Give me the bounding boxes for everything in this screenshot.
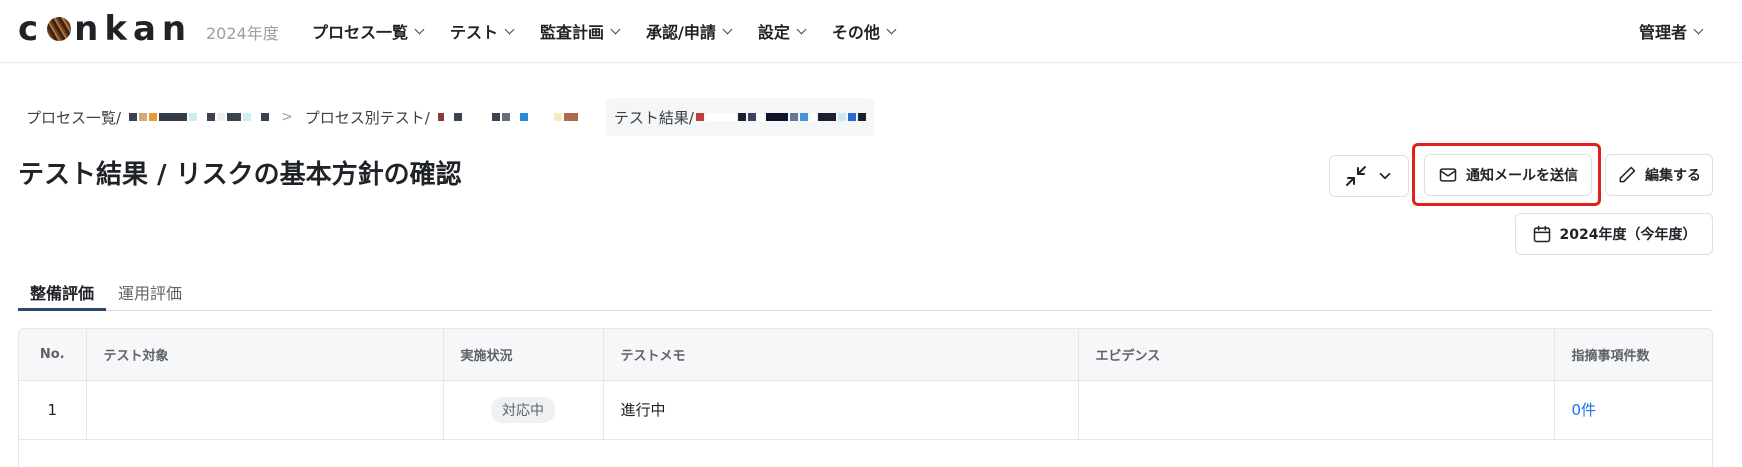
chevron-down-icon xyxy=(722,24,733,34)
pencil-icon xyxy=(1619,166,1636,183)
nav-label: その他 xyxy=(831,23,880,42)
chevron-down-icon xyxy=(610,24,621,34)
column-header-findings: 指摘事項件数 xyxy=(1554,329,1712,381)
nav-label: 設定 xyxy=(757,23,790,42)
chevron-down-icon xyxy=(1693,24,1704,34)
column-header-memo: テストメモ xyxy=(603,329,1079,381)
fiscal-year-select-button[interactable]: 2024年度（今年度） xyxy=(1515,213,1713,255)
chevron-down-icon xyxy=(504,24,515,34)
breadcrumb-item-process-test[interactable]: プロセス別テスト/ xyxy=(297,98,586,136)
breadcrumb-label: テスト結果/ xyxy=(613,108,694,127)
findings-count-link[interactable]: 0件 xyxy=(1572,401,1597,419)
send-mail-label: 通知メールを送信 xyxy=(1466,168,1578,184)
nav-label: 監査計画 xyxy=(540,23,605,42)
table-header-row: No. テスト対象 実施状況 テストメモ エビデンス 指摘事項件数 xyxy=(19,329,1712,381)
column-header-target: テスト対象 xyxy=(86,329,444,381)
top-navbar: c nkan 2024年度 プロセス一覧 テスト 監査計画 承認/申請 設定 その… xyxy=(0,0,1742,63)
nav-label: プロセス一覧 xyxy=(312,23,409,42)
status-badge: 対応中 xyxy=(491,396,555,423)
cell-findings: 0件 xyxy=(1554,380,1712,440)
chevron-down-icon xyxy=(1379,172,1391,180)
nav-label: 承認/申請 xyxy=(646,23,716,42)
collapse-arrows-icon xyxy=(1346,166,1366,186)
cell-no: 1 xyxy=(19,380,87,440)
nav-other[interactable]: その他 xyxy=(831,19,897,43)
edit-button[interactable]: 編集する xyxy=(1605,154,1713,196)
send-notification-mail-button[interactable]: 通知メールを送信 xyxy=(1424,154,1592,196)
cell-memo: 進行中 xyxy=(603,380,1079,440)
conkan-logo[interactable]: c nkan xyxy=(18,8,192,50)
chevron-down-icon xyxy=(414,24,425,34)
fiscal-year-select-label: 2024年度（今年度） xyxy=(1559,227,1697,243)
main-nav: プロセス一覧 テスト 監査計画 承認/申請 設定 その他 xyxy=(312,19,922,43)
breadcrumb: プロセス一覧/ > プロセス別テスト/ テスト結果/ xyxy=(18,98,874,136)
column-header-status: 実施状況 xyxy=(443,329,604,381)
cell-status: 対応中 xyxy=(443,380,604,440)
redacted-text xyxy=(437,113,578,121)
cell-target xyxy=(86,380,444,440)
breadcrumb-label: プロセス別テスト/ xyxy=(304,108,430,127)
nav-label: テスト xyxy=(450,23,499,42)
column-header-evidence: エビデンス xyxy=(1078,329,1555,381)
breadcrumb-item-process-list[interactable]: プロセス一覧/ xyxy=(18,98,277,136)
nav-process-list[interactable]: プロセス一覧 xyxy=(312,19,425,43)
nav-audit-plan[interactable]: 監査計画 xyxy=(540,19,621,43)
chevron-down-icon xyxy=(796,24,807,34)
redacted-text xyxy=(695,113,866,121)
logo-text-end: nkan xyxy=(74,9,193,49)
fiscal-year-label: 2024年度 xyxy=(206,24,279,43)
tab-design-evaluation[interactable]: 整備評価 xyxy=(18,277,107,311)
breadcrumb-label: プロセス一覧/ xyxy=(26,108,122,127)
page-title: テスト結果 / リスクの基本方針の確認 xyxy=(18,160,462,190)
table-row[interactable]: 1 対応中 進行中 0件 xyxy=(19,380,1712,440)
mail-icon xyxy=(1439,168,1457,182)
user-menu[interactable]: 管理者 xyxy=(1638,19,1704,43)
chevron-right-icon: > xyxy=(281,109,293,125)
calendar-icon xyxy=(1533,225,1550,243)
breadcrumb-item-test-result: テスト結果/ xyxy=(605,98,874,136)
test-result-table: No. テスト対象 実施状況 テストメモ エビデンス 指摘事項件数 1 対応中 … xyxy=(18,328,1713,467)
redacted-text xyxy=(129,113,270,121)
nav-test[interactable]: テスト xyxy=(450,19,515,43)
column-header-no: No. xyxy=(19,329,87,381)
nav-settings[interactable]: 設定 xyxy=(757,19,807,43)
logo-mark-icon xyxy=(47,17,72,41)
chevron-down-icon xyxy=(886,24,897,34)
collapse-toggle-button[interactable] xyxy=(1329,155,1409,197)
tab-operation-evaluation[interactable]: 運用評価 xyxy=(106,277,194,311)
cell-evidence xyxy=(1078,380,1555,440)
edit-label: 編集する xyxy=(1645,168,1701,184)
nav-approval[interactable]: 承認/申請 xyxy=(646,19,733,43)
logo-text-start: c xyxy=(18,9,45,49)
user-menu-label: 管理者 xyxy=(1638,23,1687,42)
evaluation-tabs: 整備評価 運用評価 xyxy=(18,277,1713,311)
